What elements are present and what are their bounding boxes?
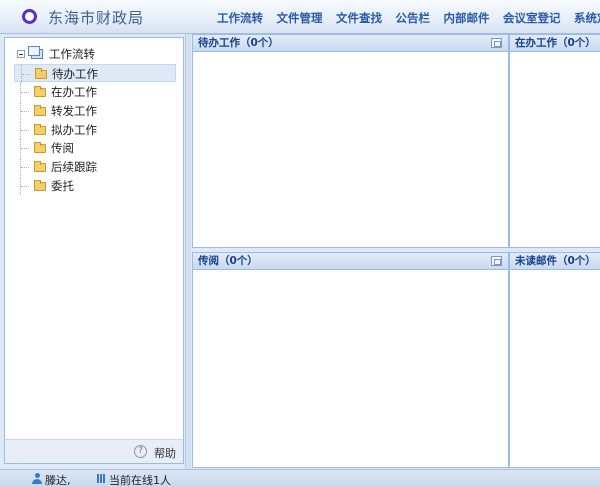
tree-connector	[21, 65, 35, 83]
portlet-header: 未读邮件（0个）	[510, 253, 600, 270]
maximize-icon[interactable]	[491, 38, 502, 48]
collapse-icon[interactable]	[17, 50, 25, 58]
tree-connector	[20, 121, 34, 139]
status-bar: 滕达, 当前在线1人	[0, 469, 600, 487]
tree-item-pending[interactable]: 待办工作	[14, 64, 176, 83]
workflow-tree: 工作流转 待办工作 在办工作 转发工作 拟办工作 传阅 后续跟踪 委托	[5, 38, 183, 438]
window-icon	[27, 46, 43, 59]
help-icon[interactable]: ?	[134, 445, 147, 458]
folder-icon	[34, 86, 46, 97]
portlet-in-progress: 在办工作（0个）	[509, 34, 600, 248]
nav-file-search[interactable]: 文件查找	[336, 10, 382, 26]
nav-workflow[interactable]: 工作流转	[217, 10, 263, 26]
folder-icon	[34, 142, 46, 153]
tree-connector	[20, 158, 34, 176]
tree-item-label: 在办工作	[51, 85, 97, 99]
tree-item-label: 后续跟踪	[51, 160, 97, 174]
help-bar: ? 帮助	[5, 439, 183, 463]
tree-item-forward[interactable]: 转发工作	[14, 102, 176, 120]
tree-item-label: 传阅	[51, 141, 74, 155]
nav-internal-mail[interactable]: 内部邮件	[444, 10, 490, 26]
tree-connector	[20, 139, 34, 157]
tree-item-label: 待办工作	[52, 67, 98, 81]
tree-item-tracking[interactable]: 后续跟踪	[14, 158, 176, 176]
tree-root-label: 工作流转	[49, 47, 95, 61]
online-users-icon	[97, 474, 105, 483]
portlet-title: 未读邮件（0个）	[515, 255, 596, 267]
nav-bulletin[interactable]: 公告栏	[396, 10, 431, 26]
tree-item-in-progress[interactable]: 在办工作	[14, 83, 176, 101]
user-icon	[32, 473, 42, 485]
top-nav: 工作流转 文件管理 文件查找 公告栏 内部邮件 会议室登记 系统定制	[217, 10, 600, 26]
folder-icon	[34, 161, 46, 172]
portlet-pending: 待办工作（0个）	[192, 34, 509, 248]
portlet-header: 在办工作（0个）	[510, 35, 600, 52]
portlet-title: 传阅（0个）	[198, 255, 258, 267]
portlet-header: 传阅（0个）	[193, 253, 508, 270]
tree-connector	[20, 83, 34, 101]
app-header: 东海市财政局 工作流转 文件管理 文件查找 公告栏 内部邮件 会议室登记 系统定…	[0, 0, 600, 34]
panel-splitter[interactable]	[185, 34, 191, 469]
tree-connector	[20, 177, 34, 195]
app-title: 东海市财政局	[48, 9, 145, 27]
nav-meeting-room[interactable]: 会议室登记	[503, 10, 561, 26]
nav-system-settings[interactable]: 系统定制	[574, 10, 600, 26]
folder-icon	[34, 180, 46, 191]
portlet-unread-mail: 未读邮件（0个）	[509, 252, 600, 468]
tree-item-delegate[interactable]: 委托	[14, 177, 176, 195]
tree-item-label: 委托	[51, 179, 74, 193]
folder-icon	[34, 105, 46, 116]
maximize-icon[interactable]	[491, 256, 502, 266]
sidebar: 工作流转 待办工作 在办工作 转发工作 拟办工作 传阅 后续跟踪 委托 ? 帮助	[4, 37, 184, 464]
tree-root-workflow[interactable]: 工作流转	[17, 46, 95, 62]
tree-connector	[20, 102, 34, 120]
help-button[interactable]: 帮助	[154, 445, 176, 461]
tree-item-draft[interactable]: 拟办工作	[14, 121, 176, 139]
portlet-title: 在办工作（0个）	[515, 37, 596, 49]
portlet-header: 待办工作（0个）	[193, 35, 508, 52]
folder-icon	[34, 124, 46, 135]
online-count[interactable]: 当前在线1人	[109, 472, 171, 487]
tree-item-label: 转发工作	[51, 104, 97, 118]
portlet-title: 待办工作（0个）	[198, 37, 279, 49]
portlet-circulate: 传阅（0个）	[192, 252, 509, 468]
current-user[interactable]: 滕达,	[45, 472, 71, 487]
tree-item-label: 拟办工作	[51, 123, 97, 137]
tree-item-circulate[interactable]: 传阅	[14, 139, 176, 157]
nav-file-management[interactable]: 文件管理	[277, 10, 323, 26]
logo-icon	[22, 9, 37, 24]
folder-icon	[35, 68, 47, 79]
